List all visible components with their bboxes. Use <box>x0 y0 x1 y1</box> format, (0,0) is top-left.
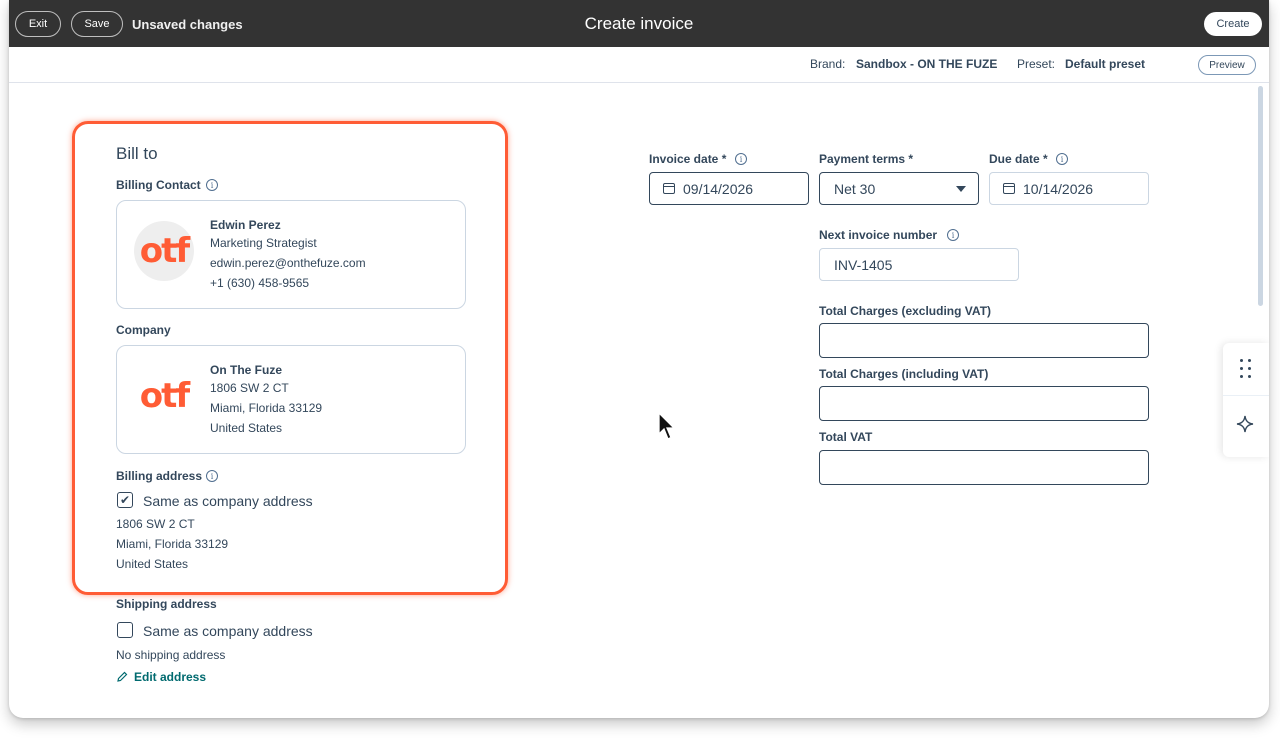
company-label: Company <box>116 323 171 337</box>
sub-bar: Brand: Sandbox - ON THE FUZE Preset: Def… <box>9 47 1269 83</box>
contact-name: Edwin Perez <box>210 218 281 232</box>
company-card[interactable]: otf On The Fuze 1806 SW 2 CT Miami, Flor… <box>116 345 466 454</box>
company-city: Miami, Florida 33129 <box>210 401 323 415</box>
billing-city: Miami, Florida 33129 <box>116 537 229 551</box>
shipping-same-label[interactable]: Same as company address <box>143 623 313 639</box>
payment-terms-value: Net 30 <box>834 180 876 197</box>
company-country: United States <box>210 421 283 435</box>
total-incl-input[interactable] <box>819 386 1149 421</box>
info-icon[interactable]: i <box>735 153 747 165</box>
preset-value[interactable]: Default preset <box>1065 57 1145 71</box>
page-title: Create invoice <box>584 14 694 33</box>
calendar-icon <box>663 183 675 194</box>
preset-label: Preset: <box>1017 57 1056 71</box>
due-date-label: Due date * <box>989 152 1048 166</box>
chevron-down-icon <box>956 186 966 192</box>
total-incl-label: Total Charges (including VAT) <box>819 367 989 381</box>
sparkle-icon[interactable] <box>1236 415 1254 433</box>
app-window: Exit Save Unsaved changes Create invoice… <box>9 0 1269 718</box>
preview-button[interactable]: Preview <box>1198 55 1256 75</box>
no-shipping-text: No shipping address <box>116 648 226 662</box>
scrollbar-thumb[interactable] <box>1258 86 1263 306</box>
company-street: 1806 SW 2 CT <box>210 381 289 395</box>
drag-grid-icon[interactable] <box>1240 359 1252 379</box>
invoice-date-input[interactable]: 09/14/2026 <box>649 172 809 205</box>
info-icon[interactable]: i <box>947 229 959 241</box>
info-icon[interactable]: i <box>1056 153 1068 165</box>
top-bar: Exit Save Unsaved changes Create invoice… <box>9 0 1269 47</box>
contact-title: Marketing Strategist <box>210 236 317 250</box>
total-vat-label: Total VAT <box>819 430 873 444</box>
next-invoice-input[interactable]: INV-1405 <box>819 248 1019 281</box>
total-excl-label: Total Charges (excluding VAT) <box>819 304 992 318</box>
calendar-icon <box>1003 183 1015 194</box>
next-invoice-value: INV-1405 <box>834 256 893 273</box>
billing-same-checkbox[interactable]: ✔ <box>117 492 133 508</box>
pencil-icon <box>117 671 128 682</box>
billing-address-label: Billing address <box>116 469 203 483</box>
brand-value[interactable]: Sandbox - ON THE FUZE <box>856 57 997 71</box>
shipping-address-label: Shipping address <box>116 597 217 611</box>
billing-country: United States <box>116 557 189 571</box>
company-logo: otf <box>139 376 190 416</box>
info-icon[interactable]: i <box>206 470 218 482</box>
payment-terms-select[interactable]: Net 30 <box>819 172 979 205</box>
edit-address-label[interactable]: Edit address <box>134 670 206 684</box>
contact-phone: +1 (630) 458-9565 <box>210 276 310 290</box>
shipping-same-checkbox[interactable] <box>117 622 133 638</box>
edit-address-link[interactable]: Edit address <box>116 670 206 684</box>
billing-same-label[interactable]: Same as company address <box>143 493 313 509</box>
billing-contact-card[interactable]: otf Edwin Perez Marketing Strategist edw… <box>116 200 466 309</box>
next-invoice-label: Next invoice number <box>819 228 938 242</box>
billing-street: 1806 SW 2 CT <box>116 517 195 531</box>
payment-terms-label: Payment terms * <box>819 152 914 166</box>
contact-email: edwin.perez@onthefuze.com <box>210 256 366 270</box>
brand-label: Brand: <box>810 57 846 71</box>
company-name: On The Fuze <box>210 363 282 377</box>
mouse-cursor-icon <box>658 412 676 440</box>
total-vat-input[interactable] <box>819 450 1149 485</box>
total-excl-input[interactable] <box>819 323 1149 358</box>
due-date-input[interactable]: 10/14/2026 <box>989 172 1149 205</box>
invoice-date-label: Invoice date * <box>649 152 727 166</box>
due-date-value: 10/14/2026 <box>1023 180 1094 197</box>
billing-contact-label: Billing Contact <box>116 178 201 192</box>
bill-to-heading: Bill to <box>116 144 158 163</box>
contact-logo: otf <box>134 221 194 281</box>
info-icon[interactable]: i <box>206 179 218 191</box>
divider <box>1223 395 1269 396</box>
create-button[interactable]: Create <box>1204 12 1262 36</box>
invoice-date-value: 09/14/2026 <box>683 180 754 197</box>
side-tool-panel <box>1223 343 1269 457</box>
